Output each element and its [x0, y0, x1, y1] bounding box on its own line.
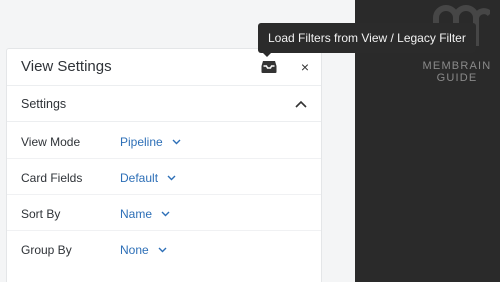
view-mode-label: View Mode [21, 135, 81, 149]
tooltip-arrow [262, 52, 272, 57]
view-mode-value: Pipeline [120, 135, 163, 149]
card-fields-value: Default [120, 171, 159, 185]
close-button[interactable]: × [297, 58, 313, 76]
chevron-down-icon [158, 247, 167, 253]
load-filters-button[interactable] [260, 58, 278, 76]
sort-by-label: Sort By [21, 207, 61, 221]
membrain-guide-wordmark: MEMBRAIN GUIDE [422, 60, 492, 84]
sort-by-dropdown[interactable]: Name [120, 207, 170, 221]
card-fields-dropdown[interactable]: Default [120, 171, 176, 185]
group-by-label: Group By [21, 243, 72, 257]
chevron-up-icon[interactable] [293, 96, 309, 112]
card-fields-label: Card Fields [21, 171, 83, 185]
group-by-value: None [120, 243, 149, 257]
load-filters-tooltip: Load Filters from View / Legacy Filter [258, 23, 476, 53]
chevron-down-icon [167, 175, 176, 181]
brand-line-2: GUIDE [436, 72, 478, 84]
panel-title: View Settings [21, 58, 112, 75]
panel-header: View Settings × [7, 49, 321, 86]
inbox-tray-icon [261, 61, 277, 73]
view-settings-panel: View Settings × Settings View Mode Pipel… [6, 48, 322, 282]
chevron-down-icon [172, 139, 181, 145]
group-by-dropdown[interactable]: None [120, 243, 167, 257]
sort-by-value: Name [120, 207, 153, 221]
brand-line-1: MEMBRAIN [422, 60, 492, 72]
view-mode-dropdown[interactable]: Pipeline [120, 135, 181, 149]
section-title: Settings [21, 97, 67, 111]
setting-row-group-by: Group By None [7, 231, 321, 267]
settings-section-header[interactable]: Settings [7, 86, 321, 122]
close-icon: × [300, 59, 310, 75]
setting-row-card-fields: Card Fields Default [7, 159, 321, 195]
chevron-down-icon [161, 211, 170, 217]
setting-row-sort-by: Sort By Name [7, 195, 321, 231]
setting-row-view-mode: View Mode Pipeline [7, 123, 321, 159]
